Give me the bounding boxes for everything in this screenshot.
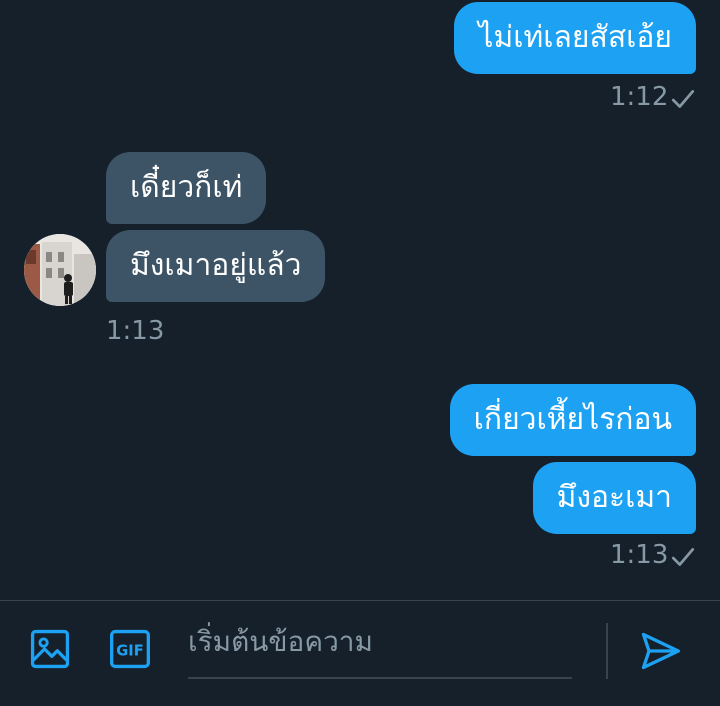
message-bubble-outgoing[interactable]: เกี่ยวเหี้ยไรก่อน — [449, 384, 696, 456]
message-timestamp: 1:12 — [610, 82, 669, 112]
check-icon — [671, 90, 695, 108]
message-input-wrapper — [188, 619, 572, 679]
avatar-photo — [24, 234, 96, 306]
check-icon — [671, 548, 695, 566]
send-icon[interactable] — [638, 629, 682, 673]
message-text: เดี๋ยวก็เท่ — [130, 170, 243, 205]
message-timestamp: 1:13 — [610, 540, 669, 570]
conversation-thread: ไม่เท่เลยสัสเอ้ย 1:12 เดี๋ยวก็เท่ มึงเมา… — [0, 0, 720, 600]
message-bubble-incoming[interactable]: เดี๋ยวก็เท่ — [106, 152, 267, 224]
message-text: เกี่ยวเหี้ยไรก่อน — [473, 402, 672, 437]
message-input[interactable] — [188, 619, 572, 663]
composer-divider — [606, 623, 608, 679]
image-icon[interactable] — [28, 627, 72, 671]
message-bubble-outgoing[interactable]: ไม่เท่เลยสัสเอ้ย — [454, 2, 696, 74]
message-bubble-incoming[interactable]: มึงเมาอยู่แล้ว — [106, 230, 326, 302]
gif-label: GIF — [116, 643, 144, 660]
message-text: มึงเมาอยู่แล้ว — [130, 248, 302, 283]
avatar[interactable] — [24, 234, 96, 306]
message-timestamp: 1:13 — [106, 316, 165, 346]
message-bubble-outgoing[interactable]: มึงอะเมา — [532, 462, 696, 534]
gif-icon[interactable]: GIF — [108, 627, 152, 671]
message-composer: GIF — [0, 600, 720, 706]
message-text: มึงอะเมา — [556, 480, 672, 515]
message-text: ไม่เท่เลยสัสเอ้ย — [478, 20, 672, 55]
